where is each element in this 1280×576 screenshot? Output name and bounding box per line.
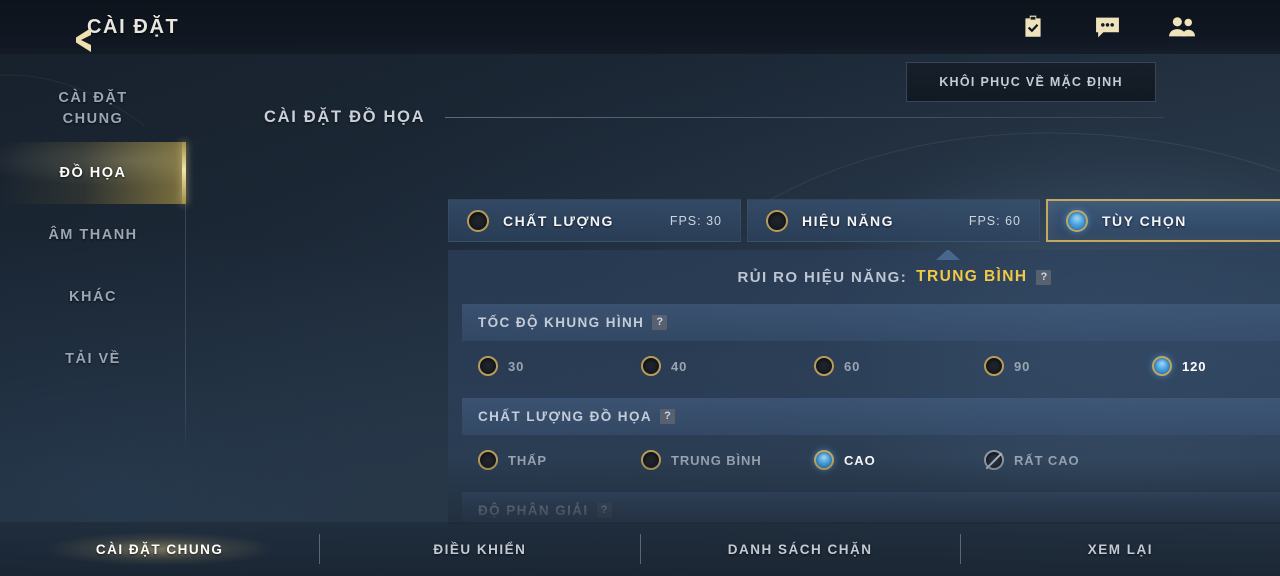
bottom-nav-review[interactable]: XEM LẠI <box>961 522 1280 576</box>
help-icon[interactable]: ? <box>1036 269 1052 285</box>
group-header: ĐỘ PHÂN GIẢI ? <box>462 492 1280 524</box>
preset-tab-label: CHẤT LƯỢNG <box>503 212 614 229</box>
option-label: TRUNG BÌNH <box>671 452 762 468</box>
option-label: RẤT CAO <box>1014 452 1080 468</box>
bottom-nav-label: CÀI ĐẶT CHUNG <box>95 541 224 557</box>
performance-risk-label: RỦI RO HIỆU NĂNG: <box>737 268 908 286</box>
help-icon[interactable]: ? <box>660 409 676 424</box>
missions-clipboard-icon[interactable] <box>1018 12 1048 42</box>
graphics-options-panel: RỦI RO HIỆU NĂNG: TRUNG BÌNH ? TỐC ĐỘ KH… <box>448 250 1280 524</box>
group-title: CHẤT LƯỢNG ĐỒ HỌA <box>478 409 653 424</box>
radio-icon <box>478 450 498 470</box>
preset-tab-fps: FPS: 60 <box>968 213 1021 228</box>
radio-icon <box>1152 356 1172 376</box>
top-bar: CÀI ĐẶT <box>0 0 1280 54</box>
section-rule <box>445 117 1164 118</box>
radio-icon <box>641 450 661 470</box>
radio-icon <box>814 356 834 376</box>
performance-risk-row: RỦI RO HIỆU NĂNG: TRUNG BÌNH ? <box>448 250 1280 304</box>
radio-icon <box>1066 209 1088 232</box>
bottom-nav-label: XEM LẠI <box>1087 541 1153 557</box>
preset-tab-custom[interactable]: TÙY CHỌN <box>1046 199 1280 242</box>
sidebar-item-label: TẢI VỀ <box>65 350 121 367</box>
option-frame-rate-90[interactable]: 90 <box>984 356 1152 376</box>
sidebar-item-general[interactable]: CÀI ĐẶT CHUNG <box>0 76 186 142</box>
group-header: CHẤT LƯỢNG ĐỒ HỌA ? <box>462 398 1280 435</box>
group-title: ĐỘ PHÂN GIẢI <box>478 503 589 518</box>
sidebar-item-audio[interactable]: ÂM THANH <box>0 204 186 266</box>
sidebar: CÀI ĐẶT CHUNG ĐỒ HỌA ÂM THANH KHÁC TẢI V… <box>0 54 186 522</box>
option-frame-rate-120[interactable]: 120 <box>1152 356 1206 376</box>
preset-tab-label: TÙY CHỌN <box>1102 212 1187 229</box>
option-label: 90 <box>1014 358 1031 374</box>
back-button[interactable]: CÀI ĐẶT <box>74 15 180 52</box>
option-label: 120 <box>1182 358 1207 374</box>
section-title: CÀI ĐẶT ĐỒ HỌA <box>264 108 426 126</box>
option-row: THẤP TRUNG BÌNH CAO RẤT CAO <box>462 435 1280 484</box>
sidebar-item-label-line2: CHUNG <box>62 111 124 127</box>
page-title: CÀI ĐẶT <box>87 15 180 38</box>
disabled-radio-icon <box>984 450 1004 470</box>
group-header: TỐC ĐỘ KHUNG HÌNH ? <box>462 304 1280 341</box>
option-frame-rate-40[interactable]: 40 <box>641 356 814 376</box>
preset-tab-fps: FPS: 30 <box>669 213 722 228</box>
option-label: 30 <box>508 358 525 374</box>
sidebar-item-downloads[interactable]: TẢI VỀ <box>0 328 186 390</box>
radio-icon <box>766 209 788 232</box>
bottom-nav-label: ĐIỀU KHIỂN <box>433 541 527 557</box>
radio-icon <box>478 356 498 376</box>
sidebar-item-label: KHÁC <box>69 288 117 305</box>
option-quality-low[interactable]: THẤP <box>478 450 641 470</box>
restore-defaults-button[interactable]: KHÔI PHỤC VỀ MẶC ĐỊNH <box>906 62 1156 102</box>
radio-icon <box>467 209 489 232</box>
option-label: 40 <box>671 358 688 374</box>
performance-risk-value: TRUNG BÌNH <box>916 268 1028 285</box>
bottom-nav-bar: CÀI ĐẶT CHUNG ĐIỀU KHIỂN DANH SÁCH CHẶN … <box>0 522 1280 576</box>
sidebar-item-label: CÀI ĐẶT <box>58 90 128 106</box>
preset-tab-group: CHẤT LƯỢNG FPS: 30 HIỆU NĂNG FPS: 60 TÙY… <box>448 199 1280 242</box>
bottom-nav-block-list[interactable]: DANH SÁCH CHẶN <box>641 522 960 576</box>
panel-pointer-icon <box>936 250 960 260</box>
option-label: 60 <box>844 358 861 374</box>
help-icon[interactable]: ? <box>596 503 612 518</box>
option-frame-rate-60[interactable]: 60 <box>814 356 984 376</box>
radio-icon <box>984 356 1004 376</box>
group-frame-rate: TỐC ĐỘ KHUNG HÌNH ? 30 40 60 90 120 <box>462 304 1280 390</box>
option-quality-high[interactable]: CAO <box>814 450 984 470</box>
sidebar-item-label: ÂM THANH <box>48 226 138 243</box>
section-header: CÀI ĐẶT ĐỒ HỌA <box>264 108 1164 127</box>
radio-icon <box>814 450 834 470</box>
option-label: CAO <box>844 452 876 468</box>
sidebar-item-graphics[interactable]: ĐỒ HỌA <box>0 142 186 204</box>
friends-people-icon[interactable] <box>1166 12 1196 42</box>
top-icon-group <box>1018 12 1196 42</box>
group-title: TỐC ĐỘ KHUNG HÌNH <box>478 315 645 330</box>
sidebar-item-label: ĐỒ HỌA <box>59 164 127 181</box>
radio-icon <box>641 356 661 376</box>
option-quality-very-high[interactable]: RẤT CAO <box>984 450 1080 470</box>
option-quality-medium[interactable]: TRUNG BÌNH <box>641 450 814 470</box>
option-row: 30 40 60 90 120 <box>462 341 1280 390</box>
option-label: THẤP <box>508 452 547 468</box>
bottom-nav-label: DANH SÁCH CHẶN <box>727 541 873 557</box>
preset-tab-quality[interactable]: CHẤT LƯỢNG FPS: 30 <box>448 199 741 242</box>
group-resolution: ĐỘ PHÂN GIẢI ? <box>462 492 1280 524</box>
sidebar-item-other[interactable]: KHÁC <box>0 266 186 328</box>
main-content: CÀI ĐẶT ĐỒ HỌA CHẤT LƯỢNG FPS: 30 HIỆU N… <box>186 54 1280 524</box>
preset-tab-performance[interactable]: HIỆU NĂNG FPS: 60 <box>747 199 1040 242</box>
option-frame-rate-30[interactable]: 30 <box>478 356 641 376</box>
bottom-nav-general-settings[interactable]: CÀI ĐẶT CHUNG <box>0 522 319 576</box>
chat-bubble-icon[interactable] <box>1092 12 1122 42</box>
preset-tab-label: HIỆU NĂNG <box>802 212 895 229</box>
bottom-nav-controls[interactable]: ĐIỀU KHIỂN <box>320 522 639 576</box>
help-icon[interactable]: ? <box>652 315 668 330</box>
group-graphics-quality: CHẤT LƯỢNG ĐỒ HỌA ? THẤP TRUNG BÌNH CAO <box>462 398 1280 484</box>
